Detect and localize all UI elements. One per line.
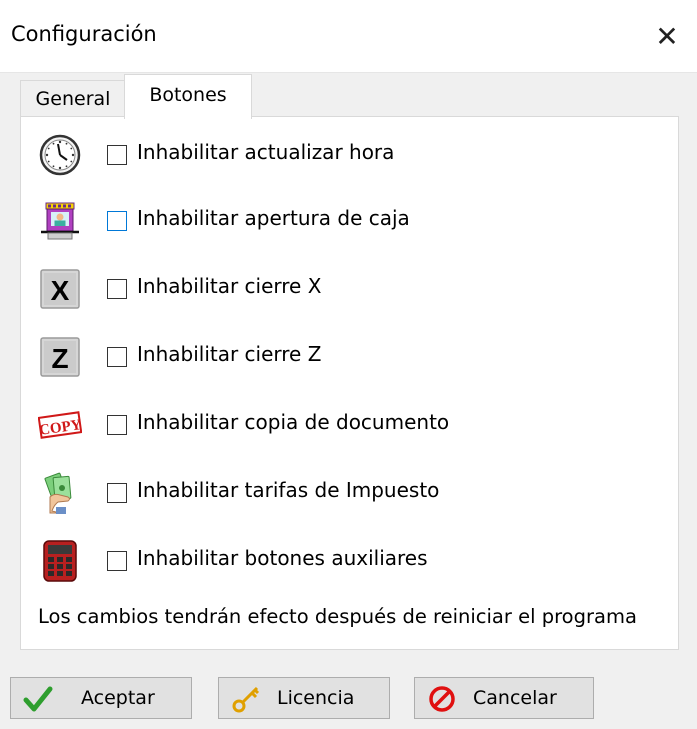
label-copia-documento[interactable]: Inhabilitar copia de documento	[137, 410, 449, 434]
tab-general[interactable]: General	[20, 80, 126, 117]
botones-panel: Inhabilitar actualizar hora Inhabilitar …	[20, 116, 679, 650]
tab-botones[interactable]: Botones	[124, 74, 252, 119]
option-row-tarifas-impuesto: Inhabilitar tarifas de Impuesto	[21, 467, 661, 517]
copy-stamp-icon: COPY	[38, 411, 82, 439]
checkbox-cierre-z[interactable]	[107, 347, 127, 367]
license-button-label: Licencia	[277, 687, 355, 709]
z-key-icon: Z	[40, 337, 80, 377]
option-row-actualizar-hora: Inhabilitar actualizar hora	[21, 129, 661, 179]
x-key-icon: X	[40, 269, 80, 309]
label-actualizar-hora[interactable]: Inhabilitar actualizar hora	[137, 140, 394, 164]
money-hand-icon	[44, 472, 72, 514]
clock-icon	[39, 134, 81, 176]
checkbox-cierre-x[interactable]	[107, 279, 127, 299]
option-row-cierre-x: X Inhabilitar cierre X	[21, 263, 661, 313]
option-row-cierre-z: Z Inhabilitar cierre Z	[21, 331, 661, 381]
title-bar: Configuración ✕	[0, 0, 697, 73]
cancel-button[interactable]: Cancelar	[414, 677, 594, 719]
checkmark-icon	[23, 686, 53, 712]
checkbox-apertura-caja[interactable]	[107, 211, 127, 231]
accept-button[interactable]: Aceptar	[10, 677, 192, 719]
checkbox-actualizar-hora[interactable]	[107, 145, 127, 165]
close-button[interactable]: ✕	[637, 0, 697, 72]
z-key-letter: Z	[51, 343, 68, 374]
checkbox-copia-documento[interactable]	[107, 415, 127, 435]
option-row-apertura-caja: Inhabilitar apertura de caja	[21, 195, 661, 245]
x-key-letter: X	[51, 275, 70, 306]
option-row-copia-documento: COPY Inhabilitar copia de documento	[21, 399, 661, 449]
accept-button-label: Aceptar	[81, 687, 155, 709]
prohibited-icon	[429, 686, 455, 712]
calculator-icon	[43, 540, 77, 582]
restart-note: Los cambios tendrán efecto después de re…	[38, 605, 637, 628]
close-icon: ✕	[655, 19, 679, 53]
label-tarifas-impuesto[interactable]: Inhabilitar tarifas de Impuesto	[137, 478, 439, 502]
copy-stamp-text: COPY	[38, 417, 82, 439]
label-cierre-x[interactable]: Inhabilitar cierre X	[137, 274, 321, 298]
cancel-button-label: Cancelar	[473, 687, 557, 709]
cash-drawer-icon	[41, 202, 79, 240]
label-botones-auxiliares[interactable]: Inhabilitar botones auxiliares	[137, 546, 428, 570]
option-row-botones-auxiliares: Inhabilitar botones auxiliares	[21, 535, 661, 585]
label-apertura-caja[interactable]: Inhabilitar apertura de caja	[137, 206, 410, 230]
checkbox-tarifas-impuesto[interactable]	[107, 483, 127, 503]
key-icon	[232, 686, 260, 713]
checkbox-botones-auxiliares[interactable]	[107, 551, 127, 571]
label-cierre-z[interactable]: Inhabilitar cierre Z	[137, 342, 321, 366]
license-button[interactable]: Licencia	[218, 677, 390, 719]
window-title: Configuración	[11, 22, 157, 46]
